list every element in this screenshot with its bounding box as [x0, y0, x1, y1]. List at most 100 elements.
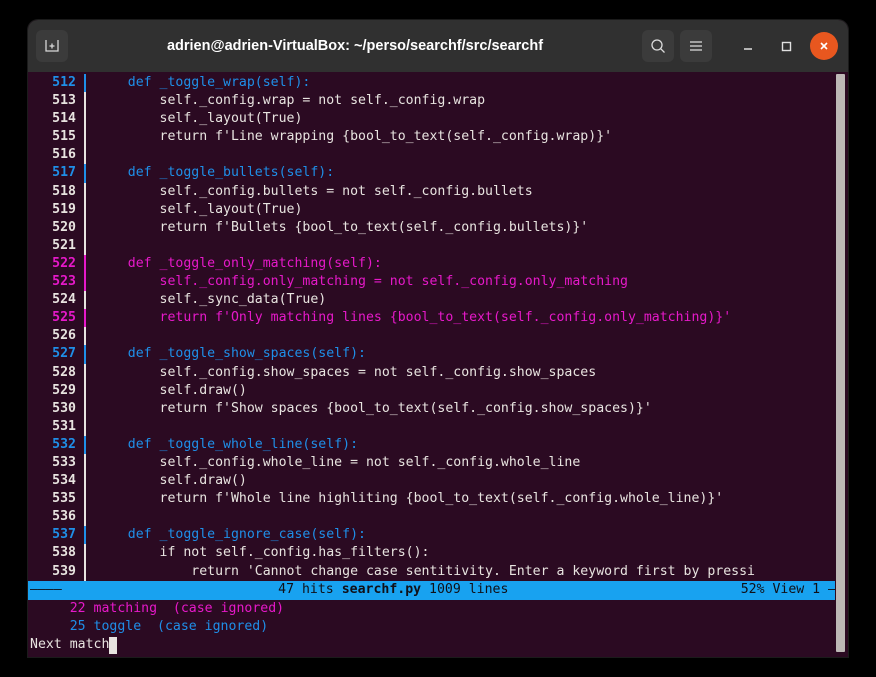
vertical-scrollbar[interactable] — [835, 72, 846, 657]
line-number: 524 — [52, 292, 76, 308]
line-number: 531 — [52, 418, 76, 434]
code-line: 537 def _toggle_ignore_case(self): — [28, 526, 848, 545]
gutter-separator — [84, 490, 86, 509]
filter-count-and-keyword: 22 matching — [30, 600, 158, 616]
code-text: return f'Line wrapping {bool_to_text(sel… — [96, 129, 613, 145]
code-line: 539 return 'Cannot change case sentitivi… — [28, 562, 848, 581]
status-hits: 47 hits — [278, 582, 342, 598]
gutter-separator — [84, 472, 86, 491]
code-line: 532 def _toggle_whole_line(self): — [28, 435, 848, 454]
code-text: def _toggle_ignore_case(self): — [96, 527, 366, 543]
code-line: 520 return f'Bullets {bool_to_text(self.… — [28, 218, 848, 237]
window-title: adrien@adrien-VirtualBox: ~/perso/search… — [166, 38, 544, 54]
line-number: 532 — [52, 436, 76, 452]
maximize-button[interactable] — [770, 30, 802, 62]
code-text: def _toggle_only_matching(self): — [96, 255, 382, 271]
code-line: 514 self._layout(True) — [28, 110, 848, 129]
terminal-content[interactable]: 512 def _toggle_wrap(self): 513 self._con… — [28, 72, 848, 657]
code-line: 530 return f'Show spaces {bool_to_text(s… — [28, 399, 848, 418]
line-number: 516 — [52, 147, 76, 163]
minimize-icon — [740, 38, 756, 54]
line-number: 538 — [52, 545, 76, 561]
code-text: self.draw() — [96, 473, 247, 489]
filter-item: 25 toggle (case ignored) — [28, 618, 284, 636]
gutter-separator — [84, 453, 86, 473]
code-line: 517 def _toggle_bullets(self): — [28, 164, 848, 183]
prompt-text: Next match — [30, 637, 110, 652]
close-button[interactable] — [808, 30, 840, 62]
filter-item: 22 matching (case ignored) — [28, 600, 284, 618]
line-number: 518 — [52, 183, 76, 199]
gutter-separator — [84, 508, 86, 527]
line-number: 534 — [52, 473, 76, 489]
line-number: 515 — [52, 129, 76, 145]
gutter-separator — [84, 345, 86, 364]
code-text: self._config.wrap = not self._config.wra… — [96, 93, 486, 109]
gutter-separator — [84, 128, 86, 147]
code-text: if not self._config.has_filters(): — [96, 545, 430, 561]
menu-button[interactable] — [680, 30, 712, 62]
gutter-separator — [84, 327, 86, 346]
line-number: 526 — [52, 328, 76, 344]
line-number: 525 — [52, 310, 76, 326]
line-number: 523 — [52, 274, 76, 290]
new-tab-button[interactable] — [36, 30, 68, 62]
text-cursor — [109, 636, 118, 654]
gutter-separator — [84, 110, 86, 129]
code-line: 519 self._layout(True) — [28, 200, 848, 219]
line-number: 517 — [52, 165, 76, 181]
gutter-separator — [84, 164, 86, 183]
new-tab-icon — [43, 37, 61, 55]
code-text: self._config.whole_line = not self._conf… — [96, 454, 581, 470]
gutter-separator — [84, 291, 86, 310]
code-text: def _toggle_wrap(self): — [96, 75, 311, 90]
code-line: 534 self.draw() — [28, 472, 848, 491]
gutter-separator — [84, 399, 86, 418]
code-line: 528 self._config.show_spaces = not self.… — [28, 363, 848, 382]
line-number: 535 — [52, 491, 76, 507]
scrollbar-thumb[interactable] — [836, 74, 845, 652]
code-listing: 512 def _toggle_wrap(self): 513 self._con… — [28, 74, 848, 581]
filter-count-and-keyword: 25 toggle — [30, 618, 142, 634]
code-text: self._config.bullets = not self._config.… — [96, 183, 533, 199]
search-button[interactable] — [642, 30, 674, 62]
gutter-separator — [84, 435, 86, 454]
code-text: self.draw() — [96, 382, 247, 398]
line-number: 529 — [52, 382, 76, 398]
line-number: 533 — [52, 454, 76, 470]
line-number: 536 — [52, 509, 76, 525]
gutter-separator — [84, 273, 86, 292]
line-number: 514 — [52, 111, 76, 127]
line-number: 537 — [52, 527, 76, 543]
command-prompt[interactable]: Next match — [28, 636, 118, 654]
code-line: 536 — [28, 508, 848, 527]
filter-case-mode: (case ignored) — [157, 600, 285, 616]
status-dash-left: ———— — [30, 582, 62, 598]
code-text: return f'Only matching lines {bool_to_te… — [96, 310, 732, 326]
code-line: 522 def _toggle_only_matching(self): — [28, 254, 848, 274]
gutter-separator — [84, 363, 86, 382]
line-number: 528 — [52, 364, 76, 380]
line-number: 512 — [52, 75, 76, 90]
code-line: 531 — [28, 417, 848, 436]
code-text: return f'Show spaces {bool_to_text(self.… — [96, 400, 652, 416]
gutter-separator — [84, 74, 86, 93]
code-line: 512 def _toggle_wrap(self): — [28, 74, 848, 93]
gutter-separator — [84, 236, 86, 255]
code-line: 525 return f'Only matching lines {bool_t… — [28, 309, 848, 328]
search-icon — [649, 37, 667, 55]
status-line-count: 1009 lines — [421, 582, 517, 598]
close-button-circle — [810, 32, 838, 60]
gutter-separator — [84, 417, 86, 436]
code-text: def _toggle_whole_line(self): — [96, 436, 359, 452]
gutter-separator — [84, 254, 86, 274]
filter-case-mode: (case ignored) — [141, 618, 269, 634]
code-text: def _toggle_show_spaces(self): — [96, 346, 366, 362]
gutter-separator — [84, 92, 86, 111]
minimize-button[interactable] — [732, 30, 764, 62]
code-text: return f'Whole line highliting {bool_to_… — [96, 491, 724, 507]
code-line: 513 self._config.wrap = not self._config… — [28, 92, 848, 111]
code-line: 515 return f'Line wrapping {bool_to_text… — [28, 128, 848, 147]
code-line: 518 self._config.bullets = not self._con… — [28, 182, 848, 201]
gutter-separator — [84, 200, 86, 219]
